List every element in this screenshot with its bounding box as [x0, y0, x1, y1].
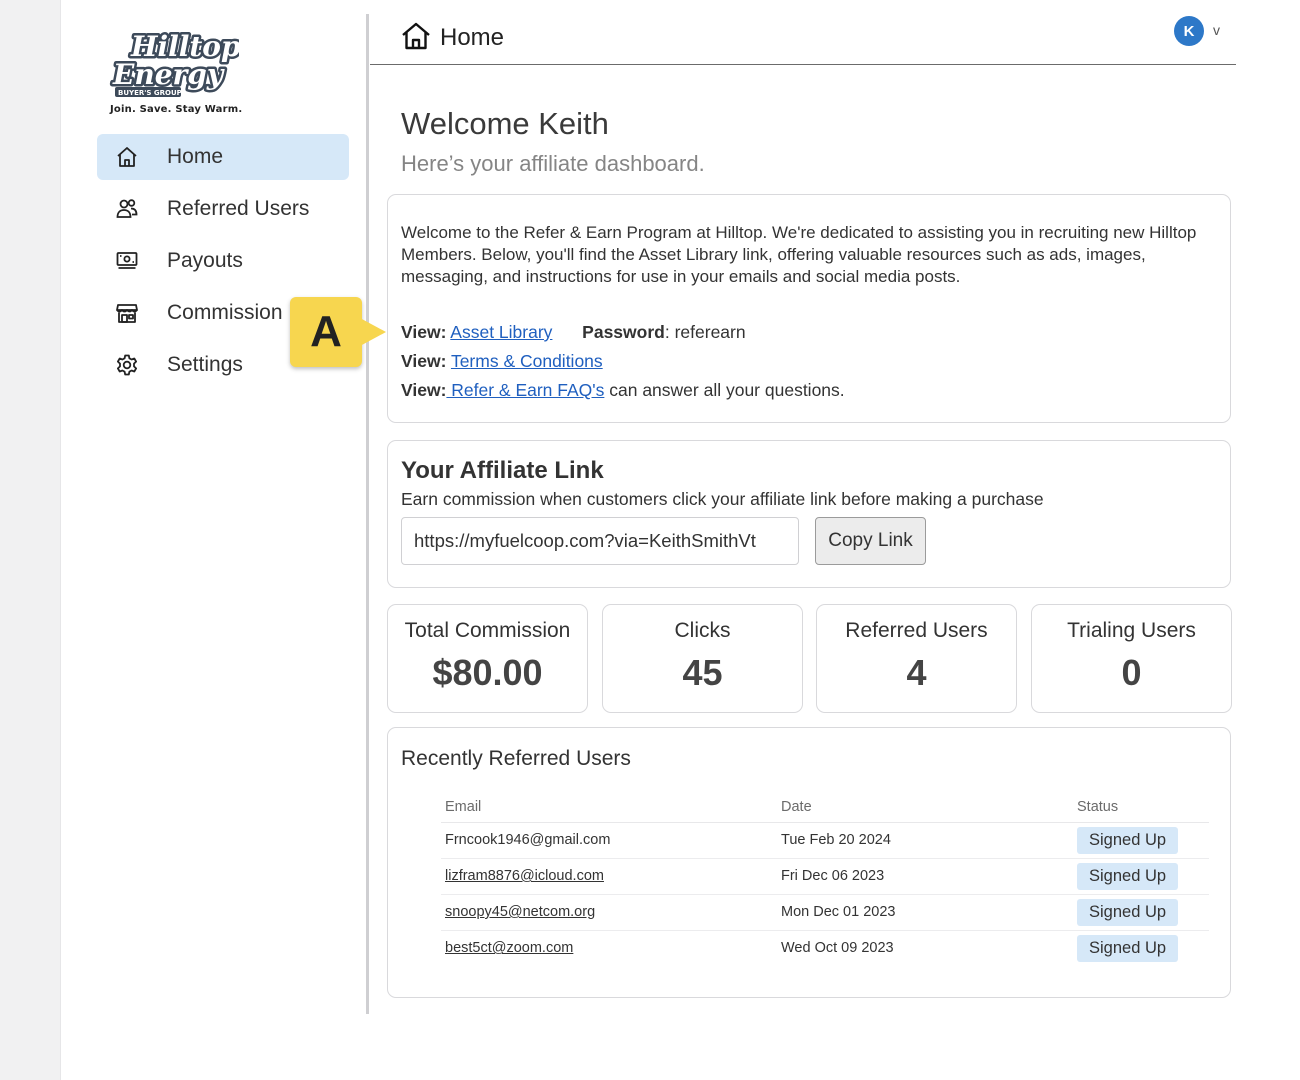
- sidebar-item-label: Home: [167, 145, 224, 168]
- affiliate-link-field[interactable]: [401, 517, 799, 565]
- view-label: View:: [401, 322, 447, 342]
- row-email[interactable]: snoopy45@netcom.org: [441, 894, 777, 931]
- row-email[interactable]: best5ct@zoom.com: [441, 930, 777, 966]
- top-bar: Home K v: [370, 0, 1236, 65]
- recent-referrals-table: Email Date Status Frncook1946@gmail.com …: [441, 792, 1209, 966]
- faq-row: View: Refer & Earn FAQ's can answer all …: [401, 380, 845, 401]
- faq-link[interactable]: Refer & Earn FAQ's: [446, 380, 604, 400]
- row-date: Wed Oct 09 2023: [781, 940, 894, 957]
- home-icon: [114, 144, 140, 170]
- account-menu-caret[interactable]: v: [1213, 22, 1220, 38]
- copy-link-button[interactable]: Copy Link: [815, 517, 926, 565]
- money-icon: [114, 248, 140, 274]
- row-email: Frncook1946@gmail.com: [441, 822, 777, 859]
- sidebar-item-home[interactable]: Home: [97, 134, 349, 180]
- recent-referrals-card: Recently Referred Users Email Date Statu…: [387, 727, 1231, 998]
- sidebar-item-label: Payouts: [167, 249, 243, 272]
- status-badge: Signed Up: [1077, 934, 1179, 962]
- annotation-arrow: [360, 318, 386, 346]
- users-icon: [114, 196, 140, 222]
- row-email[interactable]: lizfram8876@icloud.com: [441, 858, 777, 895]
- welcome-heading: Welcome Keith: [401, 106, 609, 141]
- sidebar-item-label: Referred Users: [167, 197, 310, 220]
- brand-tagline: Join. Save. Stay Warm.: [110, 104, 243, 115]
- stat-label: Trialing Users: [1067, 619, 1196, 642]
- row-status: Signed Up: [1073, 858, 1209, 895]
- recent-referrals-title: Recently Referred Users: [401, 747, 631, 770]
- column-header-status[interactable]: Status: [1073, 792, 1209, 823]
- table-row: snoopy45@netcom.org Mon Dec 01 2023 Sign…: [441, 894, 1209, 931]
- stat-trialing-users: Trialing Users 0: [1031, 604, 1232, 713]
- avatar[interactable]: K: [1174, 16, 1204, 46]
- page-title: Home: [440, 24, 505, 51]
- password-label: Password: [582, 322, 665, 342]
- email-link[interactable]: lizfram8876@icloud.com: [445, 868, 604, 884]
- stat-value: 45: [682, 652, 723, 693]
- affiliate-link-description: Earn commission when customers click you…: [401, 489, 1044, 509]
- table-row: lizfram8876@icloud.com Fri Dec 06 2023 S…: [441, 858, 1209, 895]
- affiliate-link-title: Your Affiliate Link: [401, 457, 604, 484]
- stat-total-commission: Total Commission $80.00: [387, 604, 588, 713]
- status-badge: Signed Up: [1077, 826, 1179, 854]
- affiliate-link-card: Your Affiliate Link Earn commission when…: [387, 440, 1231, 588]
- status-badge: Signed Up: [1077, 862, 1179, 890]
- sidebar-divider: [366, 14, 369, 1014]
- stat-referred-users: Referred Users 4: [816, 604, 1017, 713]
- stat-clicks: Clicks 45: [602, 604, 803, 713]
- view-label: View:: [401, 380, 447, 400]
- row-date: Fri Dec 06 2023: [777, 858, 1073, 895]
- terms-row: View: Terms & Conditions: [401, 351, 603, 372]
- window-gutter: [0, 0, 61, 1080]
- row-status: Signed Up: [1073, 822, 1209, 859]
- asset-library-row: View: Asset Library Password: referearn: [401, 322, 746, 343]
- svg-text:Energy: Energy: [112, 58, 225, 91]
- sidebar-item-label: Commission: [167, 301, 283, 324]
- table-row: best5ct@zoom.com Wed Oct 09 2023 Signed …: [441, 930, 1209, 966]
- email-link[interactable]: best5ct@zoom.com: [445, 940, 573, 956]
- column-header-date[interactable]: Date: [777, 792, 1073, 823]
- stat-value: 0: [1121, 652, 1142, 693]
- annotation-callout: A: [290, 297, 362, 367]
- sidebar-item-referred-users[interactable]: Referred Users: [97, 186, 349, 232]
- row-date: Tue Feb 20 2024: [777, 822, 1073, 859]
- row-status: Signed Up: [1073, 894, 1209, 931]
- email-link[interactable]: snoopy45@netcom.org: [445, 904, 595, 920]
- password-value: : referearn: [664, 322, 746, 342]
- status-badge: Signed Up: [1077, 898, 1179, 926]
- stat-label: Total Commission: [404, 619, 571, 642]
- view-label: View:: [401, 351, 447, 371]
- table-header-row: Email Date Status: [441, 792, 1209, 823]
- program-info-card: Welcome to the Refer & Earn Program at H…: [387, 194, 1231, 423]
- program-description: Welcome to the Refer & Earn Program at H…: [401, 223, 1197, 286]
- store-icon: [114, 300, 140, 326]
- row-date: Mon Dec 01 2023: [777, 894, 1073, 931]
- welcome-subtitle: Here’s your affiliate dashboard.: [401, 151, 705, 176]
- row-status: Signed Up: [1073, 930, 1209, 966]
- table-row: Frncook1946@gmail.com Tue Feb 20 2024 Si…: [441, 822, 1209, 859]
- faq-suffix: can answer all your questions.: [604, 380, 845, 400]
- terms-link[interactable]: Terms & Conditions: [451, 351, 603, 371]
- sidebar: Hilltop Hilltop Energy Energy BUYER'S GR…: [61, 0, 369, 1015]
- sidebar-item-payouts[interactable]: Payouts: [97, 238, 349, 284]
- stat-label: Clicks: [674, 619, 731, 642]
- gear-icon: [114, 352, 140, 378]
- stat-label: Referred Users: [845, 619, 988, 642]
- sidebar-item-label: Settings: [167, 353, 243, 376]
- asset-library-link[interactable]: Asset Library: [450, 322, 552, 342]
- column-header-email[interactable]: Email: [441, 792, 777, 823]
- svg-text:BUYER'S GROUP: BUYER'S GROUP: [118, 89, 182, 97]
- stat-value: $80.00: [432, 652, 543, 693]
- home-icon: [402, 22, 430, 50]
- stat-value: 4: [906, 652, 927, 693]
